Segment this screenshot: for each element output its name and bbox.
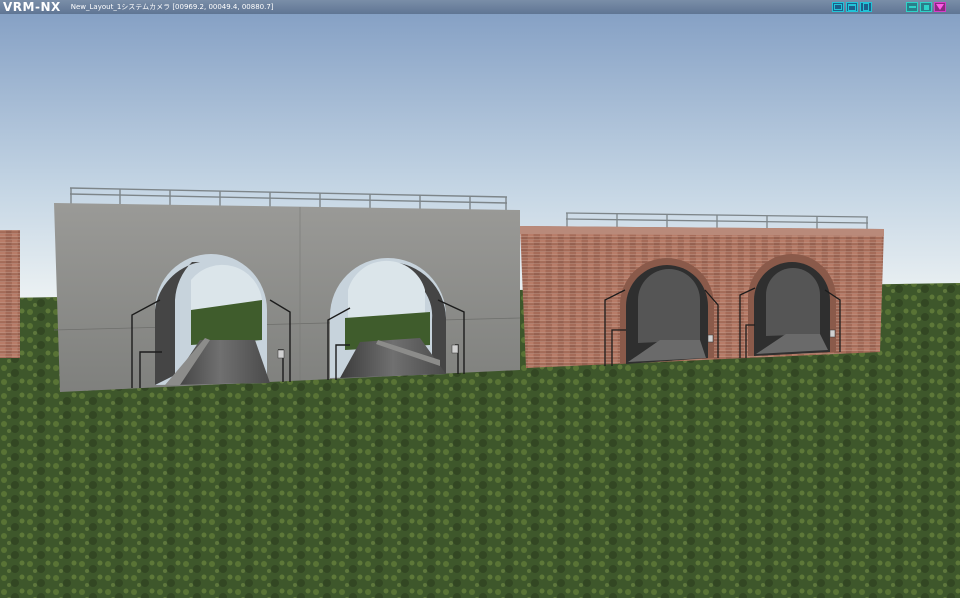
view-mode-3-button[interactable]: [860, 2, 872, 12]
menu-triangle-icon: [936, 4, 944, 10]
menu-button[interactable]: [934, 2, 946, 12]
brick-structure-edge: [0, 230, 20, 358]
minimize-button[interactable]: [906, 2, 918, 12]
title-bar: VRM-NX New_Layout_1システムカメラ [00969.2, 000…: [0, 0, 960, 14]
concrete-tunnel-portal: [53, 187, 521, 392]
view-mode-2-icon: [848, 3, 856, 11]
app-logo: VRM-NX: [3, 0, 61, 14]
restore-button[interactable]: [920, 2, 932, 12]
minimize-icon: [908, 6, 916, 8]
brick-tunnel-portal: [520, 212, 884, 368]
view-mode-1-button[interactable]: [832, 2, 844, 12]
restore-icon: [923, 4, 929, 10]
layout-name: New_Layout_1: [70, 3, 122, 11]
camera-name: システムカメラ: [121, 3, 171, 11]
view-mode-3-icon: [863, 3, 869, 11]
view-mode-2-button[interactable]: [846, 2, 858, 12]
view-mode-buttons: [832, 2, 872, 12]
camera-coordinates: [00969.2, 00049.4, 00880.7]: [172, 3, 274, 11]
system-buttons: [906, 2, 946, 12]
camera-info: New_Layout_1システムカメラ [00969.2, 00049.4, 0…: [71, 0, 274, 14]
3d-viewport[interactable]: [0, 0, 960, 598]
view-mode-1-icon: [834, 4, 842, 10]
